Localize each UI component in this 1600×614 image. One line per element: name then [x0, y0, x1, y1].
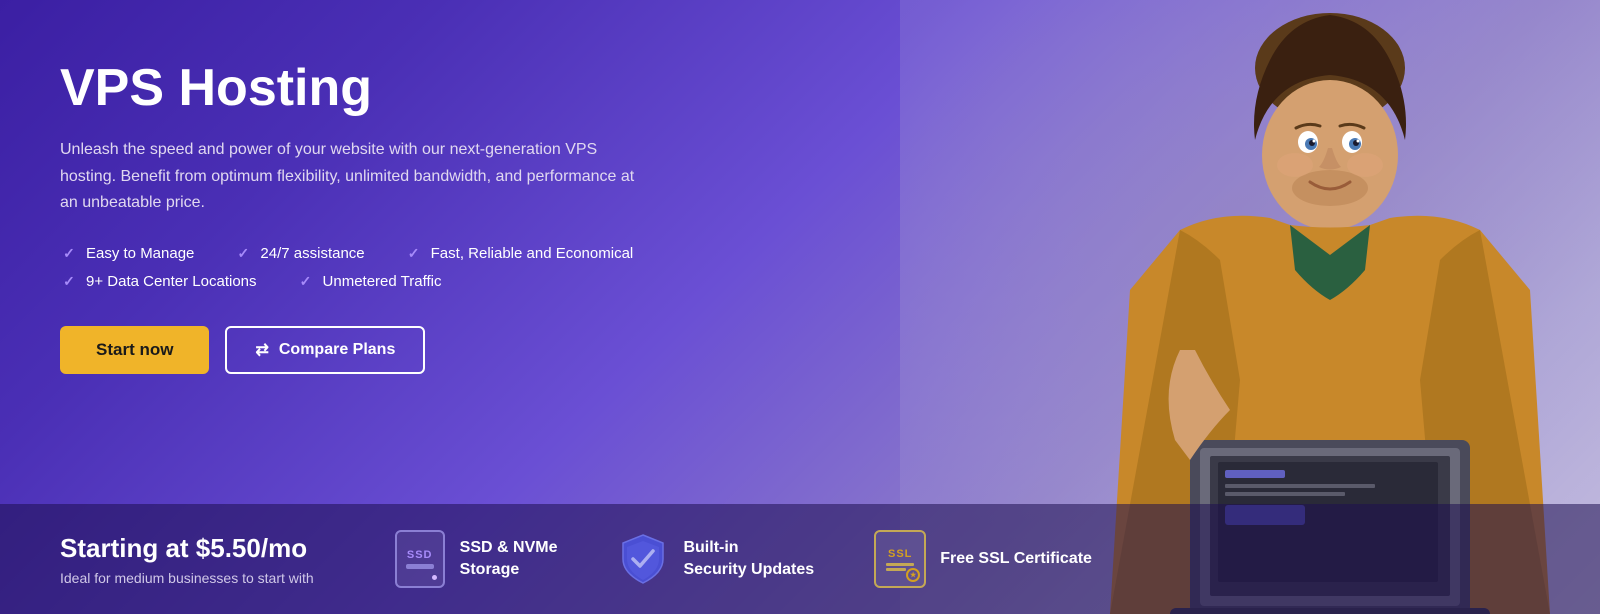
ssd-feature-icon: SSD [394, 533, 446, 585]
feature-row-1: ✓ Easy to Manage ✓ 24/7 assistance ✓ Fas… [60, 244, 740, 262]
feature-easy-manage: ✓ Easy to Manage [60, 244, 194, 262]
check-icon: ✓ [60, 272, 78, 290]
feature-unmetered: ✓ Unmetered Traffic [297, 272, 442, 290]
hero-content: VPS Hosting Unleash the speed and power … [60, 60, 740, 434]
hero-description: Unleash the speed and power of your webs… [60, 137, 640, 216]
security-feature-text: Built-inSecurity Updates [683, 537, 814, 582]
hero-section: VPS Hosting Unleash the speed and power … [0, 0, 1600, 614]
ssd-icon: SSD [395, 530, 445, 588]
bottom-features: SSD SSD & NVMeStorage [394, 533, 1092, 585]
ssl-feature-icon: SSL ★ [874, 533, 926, 585]
check-icon: ✓ [60, 244, 78, 262]
check-icon: ✓ [234, 244, 252, 262]
bottom-feature-ssd: SSD SSD & NVMeStorage [394, 533, 558, 585]
page-title: VPS Hosting [60, 60, 740, 117]
ssl-feature-text: Free SSL Certificate [940, 548, 1092, 570]
bottom-feature-ssl: SSL ★ Free SSL Certificate [874, 533, 1092, 585]
ssl-icon: SSL ★ [874, 530, 926, 588]
bottom-feature-security: Built-inSecurity Updates [617, 533, 814, 585]
feature-data-centers: ✓ 9+ Data Center Locations [60, 272, 257, 290]
features-list: ✓ Easy to Manage ✓ 24/7 assistance ✓ Fas… [60, 244, 740, 290]
shield-icon [618, 532, 668, 587]
compare-plans-button[interactable]: ⇄ Compare Plans [225, 326, 425, 374]
compare-icon: ⇄ [255, 340, 268, 360]
starting-price: Starting at $5.50/mo [60, 533, 314, 564]
check-icon: ✓ [297, 272, 315, 290]
feature-fast-reliable: ✓ Fast, Reliable and Economical [405, 244, 634, 262]
start-now-button[interactable]: Start now [60, 326, 209, 374]
starting-sub: Ideal for medium businesses to start wit… [60, 570, 314, 586]
bottom-bar: Starting at $5.50/mo Ideal for medium bu… [0, 504, 1600, 614]
cta-buttons: Start now ⇄ Compare Plans [60, 326, 740, 374]
shield-feature-icon [617, 533, 669, 585]
ssd-feature-text: SSD & NVMeStorage [460, 537, 558, 582]
feature-row-2: ✓ 9+ Data Center Locations ✓ Unmetered T… [60, 272, 740, 290]
pricing-info: Starting at $5.50/mo Ideal for medium bu… [60, 533, 314, 586]
feature-24-7: ✓ 24/7 assistance [234, 244, 364, 262]
check-icon: ✓ [405, 244, 423, 262]
